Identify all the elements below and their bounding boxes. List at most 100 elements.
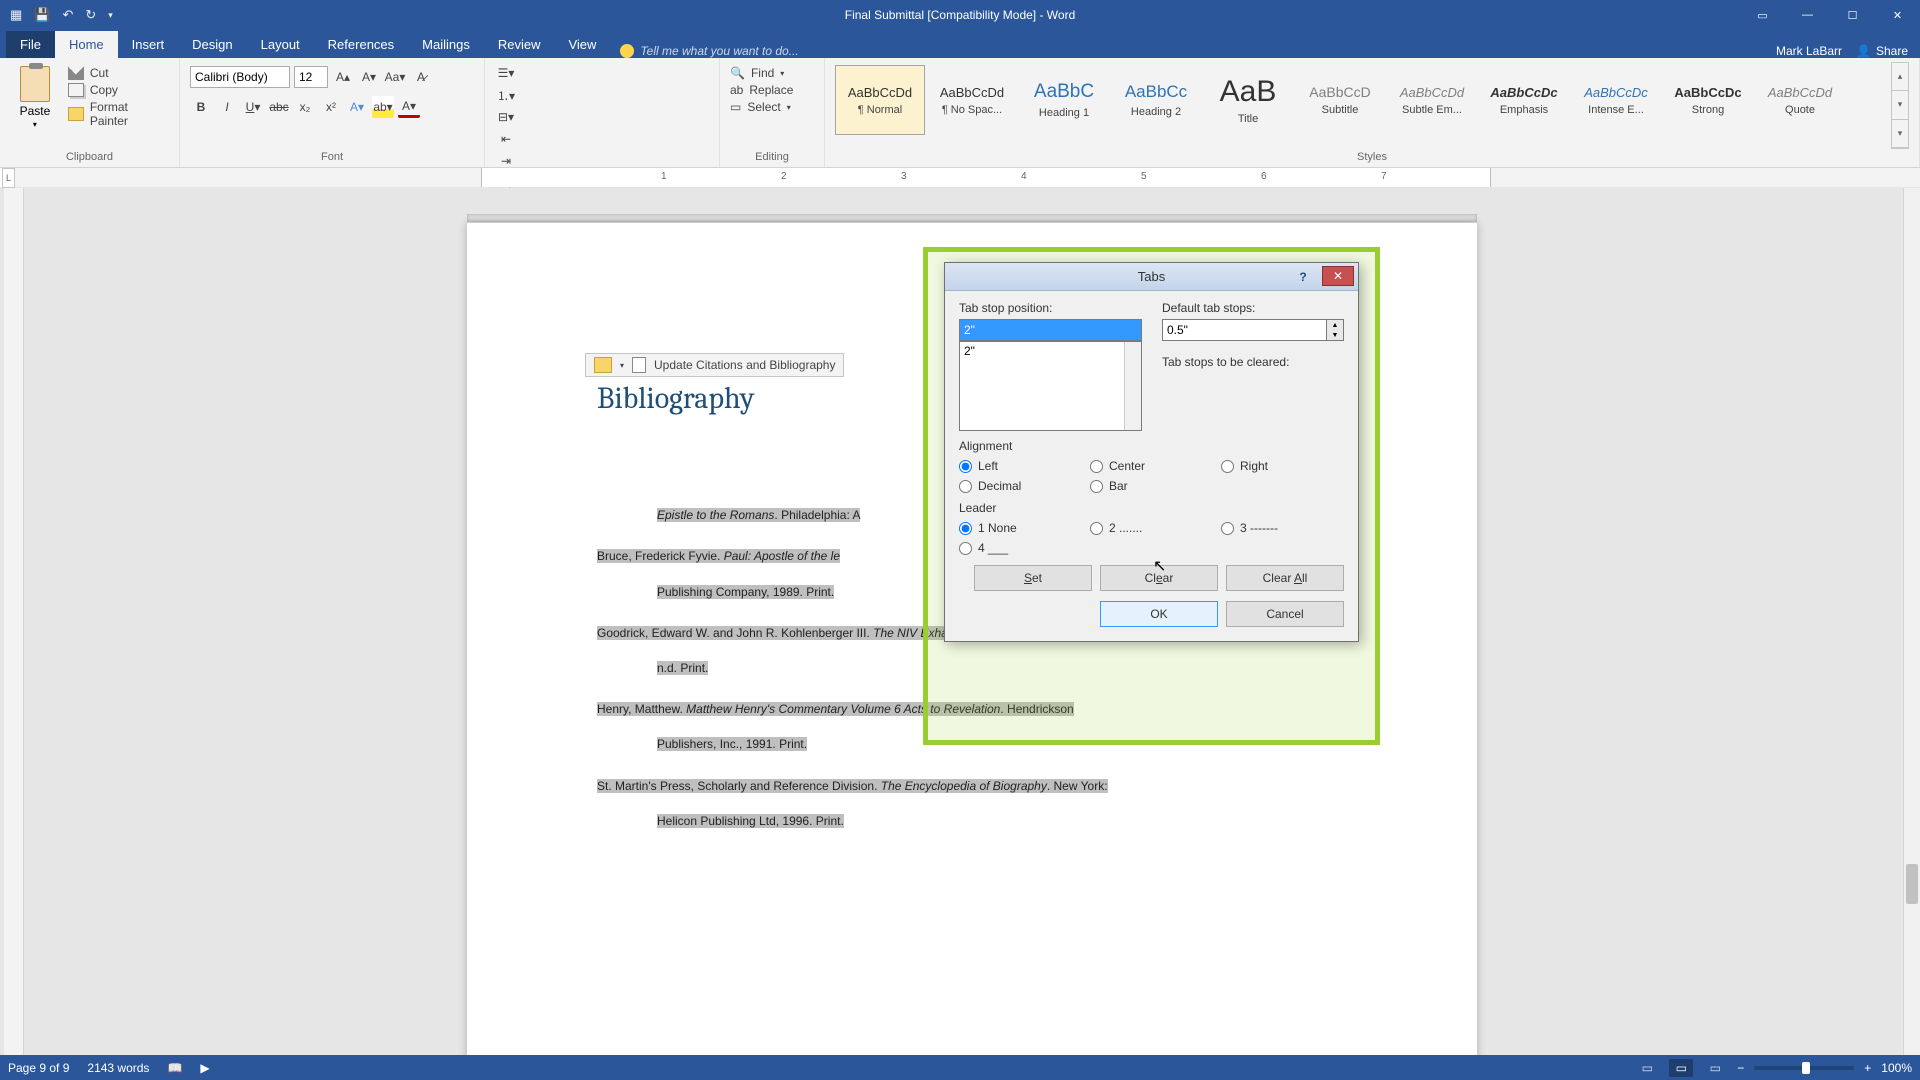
tab-selector[interactable]: L [2, 168, 15, 188]
horizontal-ruler[interactable]: 1234567 [15, 168, 1920, 187]
grow-font-button[interactable]: A▴ [332, 66, 354, 88]
find-button[interactable]: 🔍Find▾ [730, 66, 814, 80]
spinner-up-icon[interactable]: ▲ [1327, 320, 1343, 330]
ribbon-options-icon[interactable]: ▭ [1740, 0, 1785, 30]
tab-mailings[interactable]: Mailings [408, 31, 484, 58]
replace-button[interactable]: abReplace [730, 83, 814, 97]
bullets-button[interactable]: ☰▾ [495, 62, 517, 84]
styles-gallery[interactable]: AaBbCcDd¶ NormalAaBbCcDd¶ No Spac...AaBb… [835, 62, 1891, 149]
select-button[interactable]: ▭Select▾ [730, 100, 814, 114]
font-name-combo[interactable]: Calibri (Body) [190, 66, 290, 88]
minimize-icon[interactable]: — [1785, 0, 1830, 30]
radio-decimal[interactable]: Decimal [959, 479, 1082, 493]
zoom-out-icon[interactable]: − [1737, 1061, 1744, 1075]
style-heading-2[interactable]: AaBbCcHeading 2 [1111, 65, 1201, 135]
help-icon[interactable]: ? [1288, 270, 1318, 284]
style---normal[interactable]: AaBbCcDd¶ Normal [835, 65, 925, 135]
save-icon[interactable]: 💾 [34, 7, 50, 23]
style-strong[interactable]: AaBbCcDcStrong [1663, 65, 1753, 135]
cut-button[interactable]: Cut [68, 66, 169, 80]
font-size-combo[interactable]: 12 [294, 66, 328, 88]
format-painter-button[interactable]: Format Painter [68, 100, 169, 128]
style-subtitle[interactable]: AaBbCcDSubtitle [1295, 65, 1385, 135]
update-citations-bar[interactable]: ▾ Update Citations and Bibliography [585, 353, 844, 377]
undo-icon[interactable]: ↶ [62, 7, 73, 23]
list-scrollbar[interactable] [1124, 342, 1141, 430]
chevron-up-icon[interactable]: ▴ [1892, 63, 1908, 91]
bold-button[interactable]: B [190, 96, 212, 118]
radio-center[interactable]: Center [1090, 459, 1213, 473]
vertical-scrollbar[interactable] [1903, 188, 1920, 1055]
more-icon[interactable]: ▾ [1892, 120, 1908, 148]
share-button[interactable]: 👤 Share [1856, 44, 1908, 58]
zoom-thumb[interactable] [1802, 1062, 1810, 1074]
dialog-titlebar[interactable]: Tabs ? ✕ [945, 263, 1358, 291]
zoom-slider[interactable] [1754, 1066, 1854, 1070]
radio-leader-4[interactable]: 4 ___ [959, 541, 1082, 555]
tab-layout[interactable]: Layout [247, 31, 314, 58]
radio-leader-1[interactable]: 1 None [959, 521, 1082, 535]
styles-scroll[interactable]: ▴ ▾ ▾ [1891, 62, 1909, 149]
spelling-icon[interactable]: 📖 [167, 1061, 182, 1075]
tab-view[interactable]: View [554, 31, 610, 58]
numbering-button[interactable]: ⒈▾ [495, 84, 517, 106]
highlight-button[interactable]: ab▾ [372, 96, 394, 118]
default-tabs-input[interactable] [1162, 319, 1327, 341]
strikethrough-button[interactable]: abc [268, 96, 290, 118]
underline-button[interactable]: U▾ [242, 96, 264, 118]
macro-icon[interactable]: ▶ [200, 1061, 209, 1075]
word-count[interactable]: 2143 words [87, 1061, 149, 1075]
web-layout-icon[interactable]: ▭ [1703, 1059, 1727, 1077]
scrollbar-thumb[interactable] [1906, 864, 1918, 904]
cancel-button[interactable]: Cancel [1226, 601, 1344, 627]
tab-insert[interactable]: Insert [118, 31, 179, 58]
user-name[interactable]: Mark LaBarr [1776, 44, 1842, 58]
dialog-close-icon[interactable]: ✕ [1322, 266, 1354, 286]
ok-button[interactable]: OK [1100, 601, 1218, 627]
close-icon[interactable]: ✕ [1875, 0, 1920, 30]
tab-home[interactable]: Home [55, 31, 118, 58]
zoom-in-icon[interactable]: + [1864, 1061, 1871, 1075]
set-button[interactable]: Set [974, 565, 1092, 591]
style-heading-1[interactable]: AaBbCHeading 1 [1019, 65, 1109, 135]
tab-references[interactable]: References [314, 31, 408, 58]
chevron-down-icon[interactable]: ▾ [1892, 91, 1908, 119]
font-color-button[interactable]: A▾ [398, 96, 420, 118]
tab-file[interactable]: File [6, 31, 55, 58]
list-item[interactable]: 2" [964, 344, 975, 358]
style-emphasis[interactable]: AaBbCcDcEmphasis [1479, 65, 1569, 135]
radio-leader-3[interactable]: 3 ------- [1221, 521, 1344, 535]
qat-more-icon[interactable]: ▾ [108, 10, 113, 21]
multilevel-button[interactable]: ⊟▾ [495, 106, 517, 128]
superscript-button[interactable]: x² [320, 96, 342, 118]
read-mode-icon[interactable]: ▭ [1635, 1059, 1659, 1077]
italic-button[interactable]: I [216, 96, 238, 118]
page-status[interactable]: Page 9 of 9 [8, 1061, 69, 1075]
vertical-ruler[interactable] [4, 188, 24, 1055]
clear-all-button[interactable]: Clear All [1226, 565, 1344, 591]
clear-formatting-button[interactable]: A̷ [410, 66, 432, 88]
spinner-down-icon[interactable]: ▼ [1327, 330, 1343, 340]
shrink-font-button[interactable]: A▾ [358, 66, 380, 88]
zoom-level[interactable]: 100% [1881, 1061, 1912, 1075]
print-layout-icon[interactable]: ▭ [1669, 1059, 1693, 1077]
tabstop-list[interactable]: 2" [959, 341, 1142, 431]
style-intense-e---[interactable]: AaBbCcDcIntense E... [1571, 65, 1661, 135]
style-title[interactable]: AaBTitle [1203, 65, 1293, 135]
text-effects-button[interactable]: A▾ [346, 96, 368, 118]
style---no-spac---[interactable]: AaBbCcDd¶ No Spac... [927, 65, 1017, 135]
tab-design[interactable]: Design [178, 31, 246, 58]
copy-button[interactable]: Copy [68, 83, 169, 97]
style-subtle-em---[interactable]: AaBbCcDdSubtle Em... [1387, 65, 1477, 135]
maximize-icon[interactable]: ☐ [1830, 0, 1875, 30]
radio-right[interactable]: Right [1221, 459, 1344, 473]
radio-left[interactable]: Left [959, 459, 1082, 473]
default-tabs-spinner[interactable]: ▲▼ [1162, 319, 1344, 341]
radio-leader-2[interactable]: 2 ....... [1090, 521, 1213, 535]
tab-review[interactable]: Review [484, 31, 555, 58]
tabstop-input[interactable] [959, 319, 1142, 341]
decrease-indent-button[interactable]: ⇤ [495, 128, 517, 150]
subscript-button[interactable]: x₂ [294, 96, 316, 118]
tell-me-search[interactable]: Tell me what you want to do... [620, 44, 798, 58]
style-quote[interactable]: AaBbCcDdQuote [1755, 65, 1845, 135]
